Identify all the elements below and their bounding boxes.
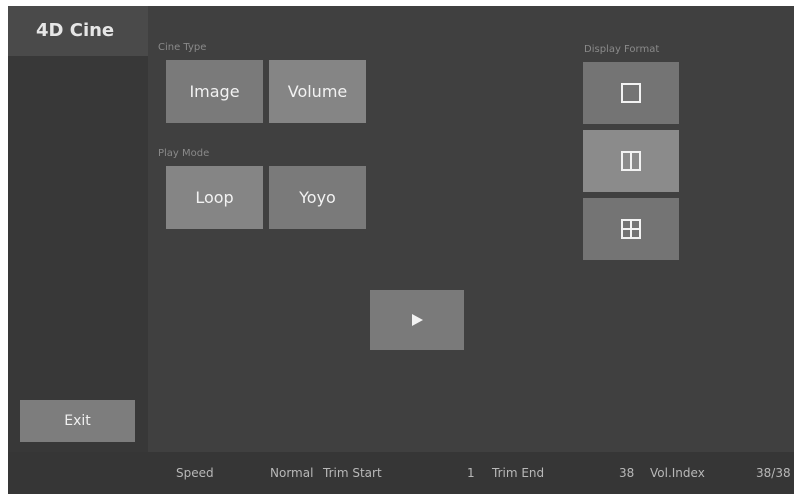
- cine-type-volume-button[interactable]: Volume: [269, 60, 366, 123]
- play-mode-label: Play Mode: [158, 148, 210, 159]
- trim-end-label: Trim End: [492, 466, 545, 480]
- speed-value[interactable]: Normal: [270, 466, 313, 480]
- vol-index-label: Vol.Index: [650, 466, 705, 480]
- main-panel: Cine Type Image Volume Play Mode Loop Yo…: [148, 6, 794, 452]
- trim-end-value[interactable]: 38: [619, 466, 634, 480]
- display-format-label: Display Format: [584, 44, 660, 55]
- sidebar: 4D Cine Exit: [8, 6, 148, 452]
- app-title: 4D Cine: [8, 6, 148, 56]
- vol-index-value[interactable]: 38/38: [756, 466, 791, 480]
- status-bar: Speed Normal Trim Start 1 Trim End 38 Vo…: [8, 452, 794, 494]
- display-format-quad-button[interactable]: [583, 198, 679, 260]
- display-format-dual-button[interactable]: [583, 130, 679, 192]
- cine-type-label: Cine Type: [158, 42, 207, 53]
- exit-button[interactable]: Exit: [20, 400, 135, 442]
- trim-start-label: Trim Start: [323, 466, 382, 480]
- play-mode-loop-button[interactable]: Loop: [166, 166, 263, 229]
- dual-layout-icon: [621, 151, 641, 171]
- speed-label: Speed: [176, 466, 214, 480]
- play-icon: [412, 314, 423, 326]
- cine-type-image-button[interactable]: Image: [166, 60, 263, 123]
- cine-screen: 4D Cine Exit Cine Type Image Volume Play…: [8, 6, 794, 494]
- display-format-single-button[interactable]: [583, 62, 679, 124]
- quad-layout-icon: [621, 219, 641, 239]
- play-button[interactable]: [370, 290, 464, 350]
- single-layout-icon: [621, 83, 641, 103]
- play-mode-yoyo-button[interactable]: Yoyo: [269, 166, 366, 229]
- trim-start-value[interactable]: 1: [467, 466, 475, 480]
